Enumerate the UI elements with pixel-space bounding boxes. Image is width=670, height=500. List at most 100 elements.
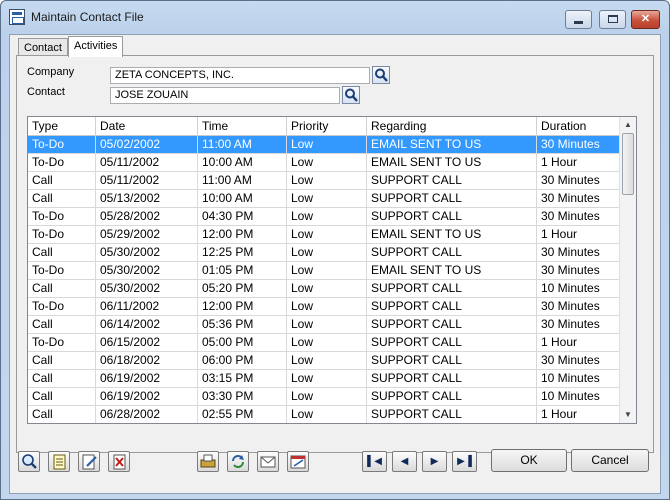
table-row[interactable]: Call 06/19/2002 03:30 PM Low SUPPORT CALL 10 …: [28, 388, 620, 406]
ok-button[interactable]: OK: [491, 449, 567, 472]
close-icon: ✕: [640, 13, 651, 25]
table-row[interactable]: To-Do 06/15/2002 05:00 PM Low SUPPORT CALL 1 …: [28, 334, 620, 352]
scroll-up-icon[interactable]: ▲: [620, 117, 636, 133]
cell-type: Call: [28, 244, 96, 262]
cell-priority: Low: [287, 226, 367, 244]
table-row[interactable]: Call 06/28/2002 02:55 PM Low SUPPORT CALL 1 H…: [28, 406, 620, 423]
email-icon: [260, 456, 276, 468]
vertical-scrollbar[interactable]: ▲ ▼: [619, 117, 636, 423]
cell-type: To-Do: [28, 334, 96, 352]
table-row[interactable]: Call 05/13/2002 10:00 AM Low SUPPORT CALL 30 …: [28, 190, 620, 208]
cell-date: 05/11/2002: [96, 172, 198, 190]
cell-time: 12:00 PM: [198, 298, 287, 316]
cell-priority: Low: [287, 280, 367, 298]
delete-icon: [113, 454, 126, 470]
zoom-button[interactable]: [18, 451, 40, 472]
cell-priority: Low: [287, 316, 367, 334]
cell-time: 12:25 PM: [198, 244, 287, 262]
first-record-button[interactable]: ▌◀: [362, 451, 387, 472]
cell-date: 06/14/2002: [96, 316, 198, 334]
magnifier-icon: [345, 88, 358, 102]
table-row[interactable]: Call 05/11/2002 11:00 AM Low SUPPORT CALL 30 …: [28, 172, 620, 190]
print-button[interactable]: [197, 451, 219, 472]
maximize-icon: [607, 15, 618, 24]
email-button[interactable]: [257, 451, 279, 472]
table-row[interactable]: Call 05/30/2002 12:25 PM Low SUPPORT CALL 30 …: [28, 244, 620, 262]
cell-regarding: SUPPORT CALL: [367, 172, 537, 190]
cell-time: 03:15 PM: [198, 370, 287, 388]
contact-field[interactable]: JOSE ZOUAIN: [110, 87, 340, 104]
cell-date: 05/30/2002: [96, 244, 198, 262]
column-header-regarding[interactable]: Regarding: [367, 117, 537, 136]
company-field[interactable]: ZETA CONCEPTS, INC.: [110, 67, 370, 84]
scroll-down-icon[interactable]: ▼: [620, 407, 636, 423]
title-bar[interactable]: Maintain Contact File ✕: [1, 1, 669, 33]
cell-regarding: SUPPORT CALL: [367, 316, 537, 334]
cell-date: 06/18/2002: [96, 352, 198, 370]
previous-record-button[interactable]: ◀: [392, 451, 417, 472]
table-row[interactable]: To-Do 05/29/2002 12:00 PM Low EMAIL SENT TO …: [28, 226, 620, 244]
table-row[interactable]: Call 05/30/2002 05:20 PM Low SUPPORT CALL 10 …: [28, 280, 620, 298]
cell-regarding: SUPPORT CALL: [367, 298, 537, 316]
cell-date: 05/30/2002: [96, 280, 198, 298]
table-row[interactable]: To-Do 05/11/2002 10:00 AM Low EMAIL SENT TO …: [28, 154, 620, 172]
cancel-button[interactable]: Cancel: [571, 449, 649, 472]
calendar-button[interactable]: [287, 451, 309, 472]
cell-duration: 30 Minutes: [537, 298, 620, 316]
cell-time: 05:20 PM: [198, 280, 287, 298]
cell-regarding: EMAIL SENT TO US: [367, 136, 537, 154]
cell-regarding: SUPPORT CALL: [367, 208, 537, 226]
next-record-icon: ▶: [430, 456, 439, 467]
cell-date: 06/19/2002: [96, 388, 198, 406]
cell-type: To-Do: [28, 154, 96, 172]
cell-date: 06/19/2002: [96, 370, 198, 388]
cell-type: Call: [28, 388, 96, 406]
contact-lookup-button[interactable]: [342, 86, 360, 104]
cell-duration: 30 Minutes: [537, 244, 620, 262]
calendar-icon: [290, 455, 306, 469]
zoom-icon: [22, 454, 37, 469]
magnifier-icon: [375, 68, 388, 82]
memo-button[interactable]: [48, 451, 70, 472]
scroll-thumb[interactable]: [622, 133, 634, 195]
close-button[interactable]: ✕: [631, 10, 660, 29]
cell-priority: Low: [287, 352, 367, 370]
table-row[interactable]: Call 06/19/2002 03:15 PM Low SUPPORT CALL 10 …: [28, 370, 620, 388]
cell-duration: 10 Minutes: [537, 370, 620, 388]
cell-time: 06:00 PM: [198, 352, 287, 370]
column-header-date[interactable]: Date: [96, 117, 198, 136]
table-row[interactable]: Call 06/18/2002 06:00 PM Low SUPPORT CALL 30 …: [28, 352, 620, 370]
table-row[interactable]: To-Do 05/30/2002 01:05 PM Low EMAIL SENT TO …: [28, 262, 620, 280]
delete-button[interactable]: [108, 451, 130, 472]
cell-regarding: SUPPORT CALL: [367, 388, 537, 406]
tab-activities[interactable]: Activities: [68, 36, 124, 57]
cell-date: 05/11/2002: [96, 154, 198, 172]
last-record-button[interactable]: ▶▐: [452, 451, 477, 472]
cell-priority: Low: [287, 370, 367, 388]
edit-note-button[interactable]: [78, 451, 100, 472]
cell-duration: 1 Hour: [537, 154, 620, 172]
activities-grid[interactable]: Type Date Time Priority Regarding Durati…: [27, 116, 637, 424]
table-row[interactable]: To-Do 05/02/2002 11:00 AM Low EMAIL SENT TO …: [28, 136, 620, 154]
cell-priority: Low: [287, 406, 367, 423]
table-row[interactable]: To-Do 06/11/2002 12:00 PM Low SUPPORT CALL 30…: [28, 298, 620, 316]
company-lookup-button[interactable]: [372, 66, 390, 84]
dialog-client-area: Contact Activities Company ZETA CONCEPTS…: [9, 34, 661, 494]
refresh-button[interactable]: [227, 451, 249, 472]
window-title: Maintain Contact File: [31, 10, 144, 24]
cell-regarding: EMAIL SENT TO US: [367, 226, 537, 244]
table-row[interactable]: To-Do 05/28/2002 04:30 PM Low SUPPORT CALL 30…: [28, 208, 620, 226]
column-header-duration[interactable]: Duration: [537, 117, 620, 136]
cell-duration: 1 Hour: [537, 226, 620, 244]
minimize-button[interactable]: [565, 10, 592, 29]
cell-duration: 30 Minutes: [537, 316, 620, 334]
column-header-type[interactable]: Type: [28, 117, 96, 136]
column-header-time[interactable]: Time: [198, 117, 287, 136]
next-record-button[interactable]: ▶: [422, 451, 447, 472]
table-row[interactable]: Call 06/14/2002 05:36 PM Low SUPPORT CALL 30 …: [28, 316, 620, 334]
column-header-priority[interactable]: Priority: [287, 117, 367, 136]
maximize-button[interactable]: [599, 10, 626, 29]
cell-duration: 30 Minutes: [537, 136, 620, 154]
cell-priority: Low: [287, 172, 367, 190]
cell-type: Call: [28, 316, 96, 334]
